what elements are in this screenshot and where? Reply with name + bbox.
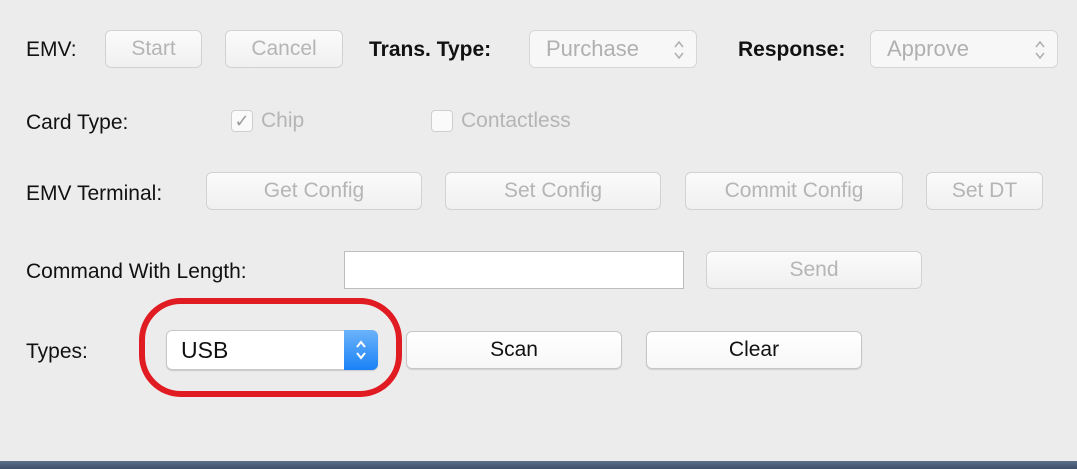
checkmark-icon: ✓ <box>234 110 250 131</box>
emv-settings-panel: EMV: Start Cancel Trans. Type: Purchase … <box>0 0 1077 461</box>
highlight-annotation <box>139 298 402 397</box>
chip-label: Chip <box>261 109 305 132</box>
clear-button[interactable]: Clear <box>646 331 862 369</box>
types-label: Types: <box>26 340 88 363</box>
send-button[interactable]: Send <box>706 251 922 289</box>
contactless-checkbox[interactable]: Contactless <box>431 109 571 133</box>
emv-label: EMV: <box>26 38 77 61</box>
response-label: Response: <box>738 38 846 61</box>
contactless-label: Contactless <box>461 109 571 132</box>
up-down-chevron-icon <box>1035 40 1045 60</box>
set-config-button[interactable]: Set Config <box>445 172 661 210</box>
trans-type-label: Trans. Type: <box>369 38 492 61</box>
chip-checkbox-box[interactable]: ✓ <box>231 110 253 132</box>
chip-checkbox[interactable]: ✓ Chip <box>231 109 304 133</box>
response-value: Approve <box>887 36 969 61</box>
set-dt-button[interactable]: Set DT <box>926 172 1043 210</box>
start-button[interactable]: Start <box>105 30 202 68</box>
trans-type-select[interactable]: Purchase <box>529 30 697 68</box>
contactless-checkbox-box[interactable] <box>431 110 453 132</box>
up-down-chevron-icon <box>674 40 684 60</box>
response-select[interactable]: Approve <box>870 30 1058 68</box>
get-config-button[interactable]: Get Config <box>206 172 422 210</box>
command-input[interactable] <box>344 251 684 289</box>
command-with-length-label: Command With Length: <box>26 260 247 283</box>
scan-button[interactable]: Scan <box>406 331 622 369</box>
cancel-button[interactable]: Cancel <box>225 30 343 68</box>
trans-type-value: Purchase <box>546 36 639 61</box>
commit-config-button[interactable]: Commit Config <box>685 172 903 210</box>
emv-terminal-label: EMV Terminal: <box>26 182 163 205</box>
window-bottom-edge <box>0 461 1077 469</box>
card-type-label: Card Type: <box>26 111 129 134</box>
